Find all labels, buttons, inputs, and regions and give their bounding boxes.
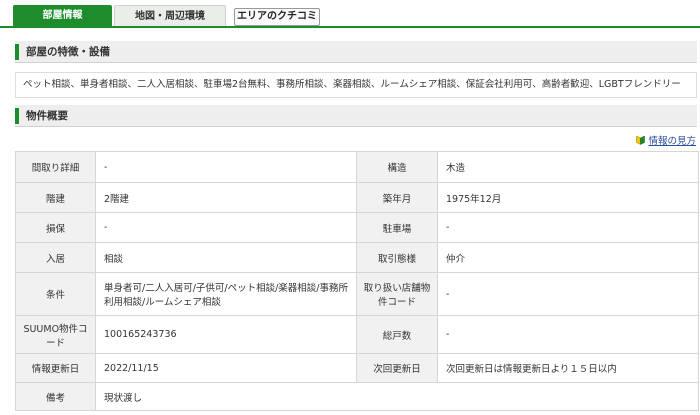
label-parking: 駐車場 [356,212,438,243]
value-structure: 木造 [437,151,699,183]
label-built-date: 築年月 [356,182,438,213]
label-total-units: 総戸数 [356,315,438,354]
beginner-mark-icon [636,135,646,145]
property-overview-table: 間取り詳細 - 構造 木造 階建 2階建 築年月 1975年12月 損保 - 駐… [15,151,699,411]
table-row: 損保 - 駐車場 - [15,212,699,243]
table-row: 階建 2階建 築年月 1975年12月 [15,182,699,213]
tab-underline [0,26,700,28]
label-conditions: 条件 [15,272,96,316]
table-row: SUUMO物件コード 100165243736 総戸数 - [15,315,699,354]
label-floors: 階建 [15,182,96,213]
value-move-in: 相談 [95,242,357,273]
value-parking: - [437,212,699,243]
section-accent-bar [15,44,19,60]
label-transaction-type: 取引態様 [356,242,438,273]
label-next-update: 次回更新日 [356,353,438,383]
label-insurance: 損保 [15,212,96,243]
label-suumo-code: SUUMO物件コード [15,315,96,354]
value-store-property-code: - [437,272,699,316]
value-suumo-code: 100165243736 [95,315,357,354]
area-review-button[interactable]: エリアのクチコミ [234,8,320,26]
value-floors: 2階建 [95,182,357,213]
value-info-updated: 2022/11/15 [95,353,357,383]
table-row: 間取り詳細 - 構造 木造 [15,151,699,183]
label-info-updated: 情報更新日 [15,353,96,383]
tab-map-surroundings[interactable]: 地図・周辺環境 [114,5,226,26]
overview-section-title: 物件概要 [26,110,68,122]
tab-bar: 部屋情報 地図・周辺環境 エリアのクチコミ [0,0,700,28]
label-structure: 構造 [356,151,438,183]
table-row: 条件 単身者可/二人入居可/子供可/ペット相談/楽器相談/事務所利用相談/ルーム… [15,272,699,316]
value-insurance: - [95,212,357,243]
section-accent-bar [15,108,19,124]
table-row: 入居 相談 取引態様 仲介 [15,242,699,273]
value-next-update: 次回更新日は情報更新日より１５日以内 [437,353,699,383]
info-guide-link[interactable]: 情報の見方 [636,133,696,147]
value-layout-detail: - [95,151,357,183]
value-remarks: 現状渡し [95,382,699,411]
features-list: ペット相談、単身者相談、二人入居相談、駐車場2台無料、事務所相談、楽器相談、ルー… [15,72,697,98]
value-built-date: 1975年12月 [437,182,699,213]
info-guide-label: 情報の見方 [648,136,696,147]
value-conditions: 単身者可/二人入居可/子供可/ペット相談/楽器相談/事務所利用相談/ルームシェア… [95,272,357,316]
label-move-in: 入居 [15,242,96,273]
table-row: 情報更新日 2022/11/15 次回更新日 次回更新日は情報更新日より１５日以… [15,353,699,383]
value-transaction-type: 仲介 [437,242,699,273]
value-total-units: - [437,315,699,354]
tab-room-info[interactable]: 部屋情報 [13,5,112,26]
label-layout-detail: 間取り詳細 [15,151,96,183]
features-section-header: 部屋の特徴・設備 [15,41,697,63]
label-remarks: 備考 [15,382,96,411]
label-store-property-code: 取り扱い店舗物件コード [356,272,438,316]
features-section-title: 部屋の特徴・設備 [26,46,110,58]
overview-section-header: 物件概要 [15,105,697,127]
table-row: 備考 現状渡し [15,382,699,411]
